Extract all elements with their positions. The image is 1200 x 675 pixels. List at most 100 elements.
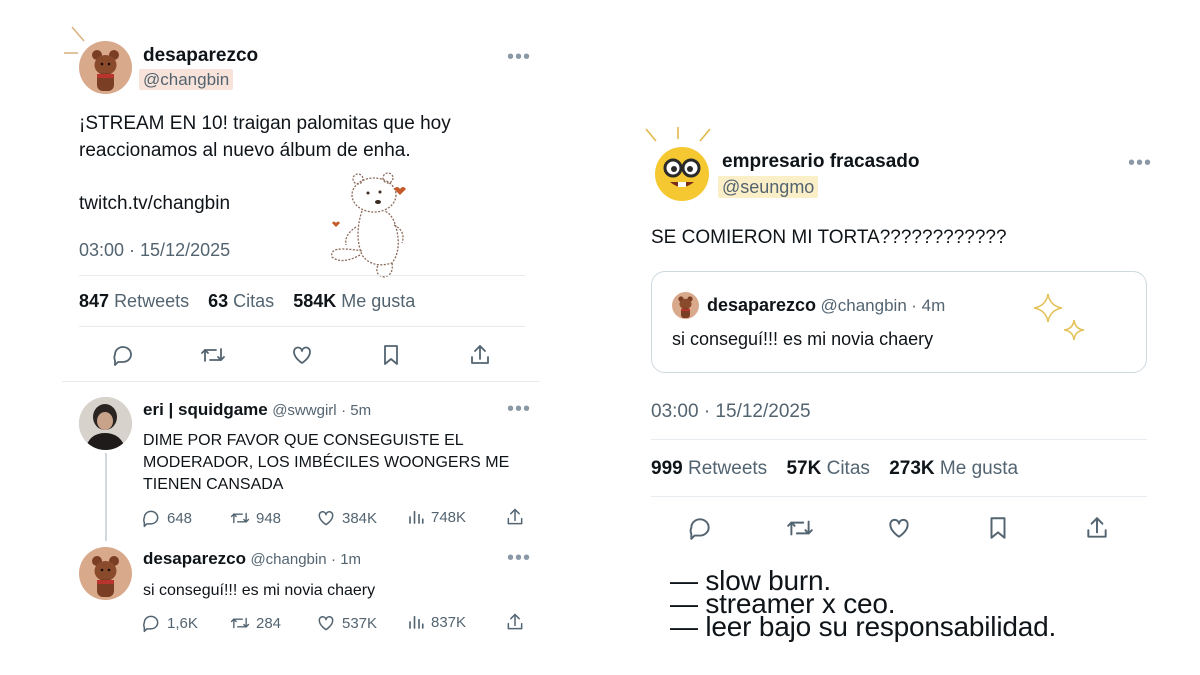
avatar[interactable] xyxy=(79,397,132,450)
reply-count: 648 xyxy=(167,509,193,527)
likes-count[interactable]: 273K xyxy=(889,458,934,479)
engagement-stats: 847 Retweets 63 Citas 584K Me gusta xyxy=(79,291,415,312)
share-icon[interactable] xyxy=(468,343,492,367)
handle[interactable]: @seungmo xyxy=(718,176,819,198)
avatar[interactable] xyxy=(672,292,699,319)
retweets-label[interactable]: Retweets xyxy=(114,291,189,311)
retweet-icon[interactable] xyxy=(200,343,226,367)
like-icon[interactable] xyxy=(290,343,314,367)
reply-icon[interactable] xyxy=(687,515,713,541)
thread-line xyxy=(105,453,107,541)
reply-action[interactable]: 1,6K xyxy=(141,613,198,633)
handle[interactable]: @swwgirl xyxy=(272,402,336,419)
tweet-text-line2: reaccionamos al nuevo álbum de enha. xyxy=(79,140,411,161)
more-icon[interactable]: ••• xyxy=(1128,153,1152,173)
engagement-stats: 999 Retweets 57K Citas 273K Me gusta xyxy=(651,458,1018,480)
quoted-display-name[interactable]: desaparezco xyxy=(707,295,816,315)
retweet-icon xyxy=(230,617,250,629)
tweet-link[interactable]: twitch.tv/changbin xyxy=(79,190,230,217)
user-photo-icon xyxy=(79,397,132,450)
views-action[interactable]: 837K xyxy=(407,613,466,631)
tweet-text: SE COMIERON MI TORTA???????????? xyxy=(651,227,1007,248)
reply-text-line1: si conseguí!!! es mi novia chaery xyxy=(143,582,376,599)
avatar[interactable] xyxy=(79,547,132,600)
divider xyxy=(62,381,540,382)
retweet-action[interactable]: 948 xyxy=(230,508,281,528)
reply-header: desaparezco @changbin · 1m xyxy=(143,549,361,569)
like-icon xyxy=(318,615,334,631)
views-count: 837K xyxy=(431,613,467,631)
display-name[interactable]: empresario fracasado xyxy=(722,151,920,173)
share-icon[interactable] xyxy=(505,507,525,527)
divider xyxy=(79,326,525,327)
divider xyxy=(651,439,1147,440)
quotes-label[interactable]: Citas xyxy=(827,458,870,479)
footer-note-3: — leer bajo su responsabilidad. xyxy=(670,611,1057,642)
divider xyxy=(651,496,1147,497)
timestamp[interactable]: 03:00 · 15/12/2025 xyxy=(651,401,811,423)
nerd-face-icon xyxy=(655,147,709,201)
handle-text: @seungmo xyxy=(718,176,819,198)
retweets-count[interactable]: 847 xyxy=(79,291,109,311)
reply-text-line3: TIENEN CANSADA xyxy=(143,476,284,493)
handle[interactable]: @changbin xyxy=(139,69,234,90)
likes-count[interactable]: 584K xyxy=(293,291,336,311)
more-icon[interactable]: ••• xyxy=(507,47,531,67)
views-action[interactable]: 748K xyxy=(407,508,466,526)
like-icon[interactable] xyxy=(886,515,912,541)
like-count: 537K xyxy=(342,614,378,632)
like-action[interactable]: 384K xyxy=(316,508,377,528)
reply-header: eri | squidgame @swwgirl · 5m xyxy=(143,400,371,420)
share-icon[interactable] xyxy=(505,612,525,632)
like-count: 384K xyxy=(342,509,378,527)
handle[interactable]: @changbin xyxy=(250,551,326,568)
bookmark-icon[interactable] xyxy=(379,343,403,367)
retweets-label[interactable]: Retweets xyxy=(688,458,767,479)
avatar[interactable] xyxy=(654,146,710,202)
bear-avatar-icon xyxy=(92,556,119,597)
share-icon[interactable] xyxy=(1084,515,1110,541)
tweet-text-line1: ¡STREAM EN 10! traigan palomitas que hoy xyxy=(79,113,451,134)
reply-text-line1: DIME POR FAVOR QUE CONSEGUISTE EL xyxy=(143,432,464,449)
reply-time[interactable]: · 5m xyxy=(341,402,371,419)
retweets-count[interactable]: 999 xyxy=(651,458,683,479)
likes-label[interactable]: Me gusta xyxy=(940,458,1018,479)
like-action[interactable]: 537K xyxy=(316,613,377,633)
bear-avatar-icon xyxy=(678,296,693,318)
display-name[interactable]: eri | squidgame xyxy=(143,400,268,419)
display-name[interactable]: desaparezco xyxy=(143,549,246,568)
divider xyxy=(79,275,525,276)
retweet-action[interactable]: 284 xyxy=(230,613,281,633)
reply-text-line2: MODERADOR, LOS IMBÉCILES WOONGERS ME xyxy=(143,454,510,471)
likes-label[interactable]: Me gusta xyxy=(341,291,415,311)
reply-time[interactable]: · 1m xyxy=(331,551,361,568)
like-icon xyxy=(318,510,334,526)
handle-text: @changbin xyxy=(139,69,234,90)
views-icon xyxy=(409,615,424,629)
retweet-count: 948 xyxy=(256,509,282,527)
quotes-label[interactable]: Citas xyxy=(233,291,274,311)
bookmark-icon[interactable] xyxy=(985,515,1011,541)
quoted-time[interactable]: · 4m xyxy=(911,296,945,315)
retweet-count: 284 xyxy=(256,614,282,632)
views-icon xyxy=(409,510,424,524)
views-count: 748K xyxy=(431,508,467,526)
sparkle-stars-icon xyxy=(1033,293,1085,341)
quoted-header: desaparezco @changbin · 4m xyxy=(707,295,945,316)
reply-action[interactable]: 648 xyxy=(141,508,192,528)
timestamp[interactable]: 03:00 · 15/12/2025 xyxy=(79,240,230,261)
more-icon[interactable]: ••• xyxy=(507,548,531,568)
reply-icon[interactable] xyxy=(111,343,135,367)
reply-icon xyxy=(143,510,159,528)
quotes-count[interactable]: 63 xyxy=(208,291,228,311)
more-icon[interactable]: ••• xyxy=(507,399,531,419)
retweet-icon[interactable] xyxy=(786,515,814,541)
retweet-icon xyxy=(230,512,250,524)
display-name[interactable]: desaparezco xyxy=(143,45,258,67)
quoted-handle[interactable]: @changbin xyxy=(821,296,907,315)
avatar[interactable] xyxy=(79,41,132,94)
bear-avatar-icon xyxy=(92,50,119,91)
quotes-count[interactable]: 57K xyxy=(786,458,821,479)
reply-count: 1,6K xyxy=(167,614,198,632)
reply-icon xyxy=(143,615,159,633)
